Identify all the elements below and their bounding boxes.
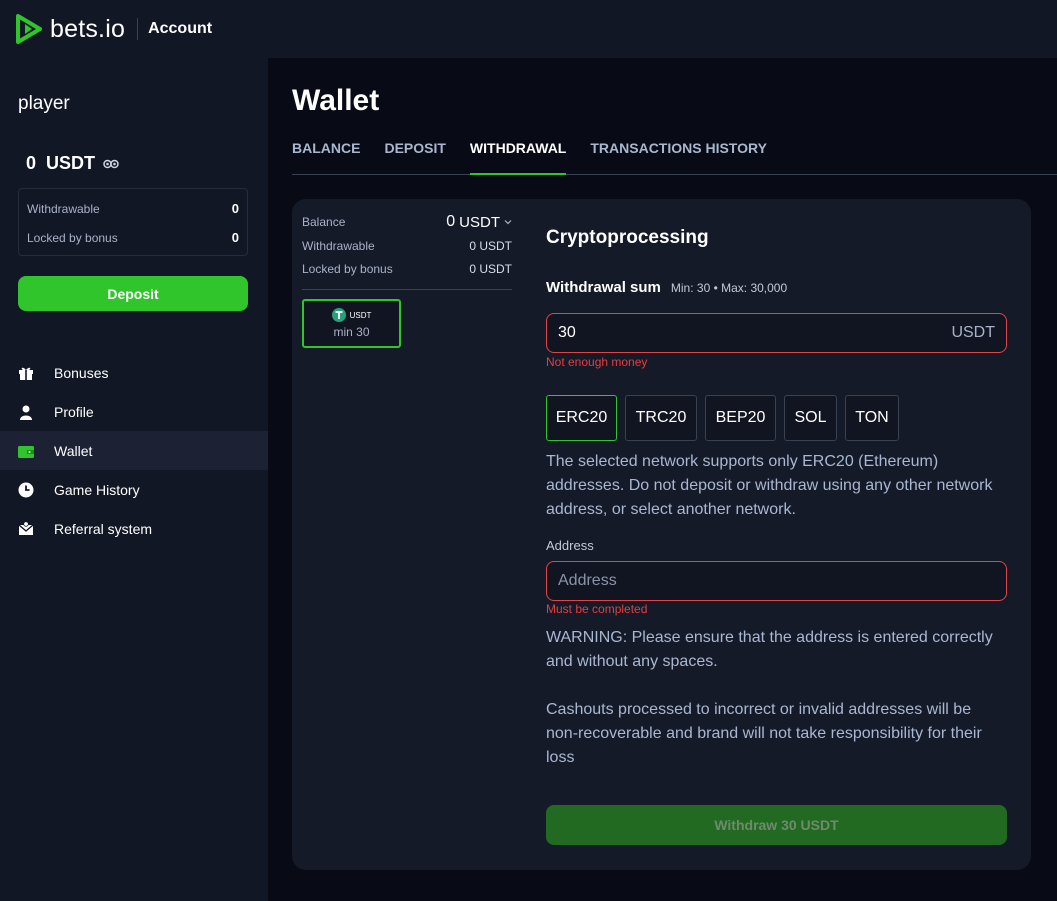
withdrawal-card: Balance 0 USDT Withdrawable 0 USDT Locke… [292,199,1031,870]
locked-row: Locked by bonus 0 [27,230,239,245]
network-bep20[interactable]: BEP20 [705,395,776,441]
tab-transactions-history[interactable]: TRANSACTIONS HISTORY [590,135,767,175]
coin-option-usdt[interactable]: USDT min 30 [302,299,401,348]
chevron-down-icon [504,220,512,225]
sidebar-balance: 0 USDT [26,153,119,174]
sum-hint: Min: 30 • Max: 30,000 [670,281,788,295]
page-title: Wallet [292,84,380,117]
logo-icon [16,14,42,44]
panel-balance-label: Balance [302,215,346,229]
sidebar-item-label: Profile [54,403,94,420]
tab-balance[interactable]: BALANCE [292,135,360,175]
sum-error: Not enough money [546,355,648,369]
envelope-icon [18,520,34,537]
panel-withdrawable-value: 0 USDT [469,239,512,253]
network-selector: ERC20 TRC20 BEP20 SOL TON [546,395,899,441]
sidebar-item-wallet[interactable]: Wallet [0,431,268,470]
withdrawable-label: Withdrawable [27,201,100,216]
brand-name: bets.io [50,14,126,43]
sidebar-item-label: Wallet [54,442,93,459]
panel-withdrawable-row: Withdrawable 0 USDT [302,239,512,253]
username: player [18,93,70,114]
form-title: Cryptoprocessing [546,227,709,248]
sidebar-item-label: Bonuses [54,364,109,381]
clock-icon [18,482,34,498]
tab-deposit[interactable]: DEPOSIT [384,135,445,175]
address-input[interactable]: Address [546,561,1007,601]
sidebar: player 0 USDT Withdrawable 0 Locked by b… [0,58,268,901]
network-trc20[interactable]: TRC20 [625,395,697,441]
locked-value: 0 [231,230,239,245]
panel-locked-row: Locked by bonus 0 USDT [302,262,512,276]
panel-locked-value: 0 USDT [469,262,512,276]
withdraw-button[interactable]: Withdraw 30 USDT [546,805,1007,845]
address-label: Address [546,538,594,553]
cashout-note: Cashouts processed to incorrect or inval… [546,701,982,766]
sidebar-nav: Bonuses Profile Wallet Game History Refe… [0,353,268,548]
withdrawal-sum-label: Withdrawal sum Min: 30 • Max: 30,000 [546,279,787,296]
network-ton[interactable]: TON [845,395,899,441]
wallet-icon [18,443,34,459]
panel-locked-label: Locked by bonus [302,262,393,276]
coin-name: USDT [349,310,372,320]
locked-label: Locked by bonus [27,230,118,245]
network-note: The selected network supports only ERC20… [546,453,993,518]
coin-header: USDT [331,308,372,322]
tab-withdrawal[interactable]: WITHDRAWAL [469,135,567,175]
address-warning: WARNING: Please ensure that the address … [546,629,993,670]
sidebar-item-label: Game History [54,481,140,498]
sidebar-balance-box: Withdrawable 0 Locked by bonus 0 [18,188,248,256]
gift-icon [18,365,34,381]
panel-balance-row: Balance 0 USDT [302,213,512,231]
sidebar-item-bonuses[interactable]: Bonuses [0,353,268,392]
sum-currency: USDT [951,324,995,341]
deposit-button[interactable]: Deposit [18,276,248,311]
header-divider [137,18,139,40]
coin-min: min 30 [333,325,370,339]
panel-balance-currency: USDT [459,213,500,231]
sum-label: Withdrawal sum [546,279,661,296]
wallet-tabs: BALANCE DEPOSIT WITHDRAWAL TRANSACTIONS … [292,135,1057,175]
panel-withdrawable-label: Withdrawable [302,239,375,253]
top-bar: bets.io Account [0,0,1057,58]
sidebar-balance-value: 0 USDT [26,153,96,173]
sidebar-item-referral[interactable]: Referral system [0,509,268,548]
withdrawal-sum-input[interactable]: 30 USDT [546,313,1007,353]
network-erc20[interactable]: ERC20 [546,395,617,441]
sum-value: 30 [558,324,576,341]
sidebar-item-profile[interactable]: Profile [0,392,268,431]
tether-icon [331,308,346,322]
sidebar-item-game-history[interactable]: Game History [0,470,268,509]
header-section-title: Account [148,20,213,37]
panel-divider [302,289,512,290]
network-sol[interactable]: SOL [784,395,837,441]
address-error: Must be completed [546,602,648,616]
withdrawable-row: Withdrawable 0 [27,201,239,216]
panel-balance-amount: 0 [446,213,456,230]
brand-logo[interactable]: bets.io [14,13,125,45]
currency-selector[interactable]: 0 USDT [446,213,512,231]
withdrawable-value: 0 [231,201,239,216]
eye-toggle-icon[interactable] [103,159,119,169]
address-placeholder: Address [558,572,617,589]
user-icon [18,404,34,420]
sidebar-item-label: Referral system [54,520,153,537]
